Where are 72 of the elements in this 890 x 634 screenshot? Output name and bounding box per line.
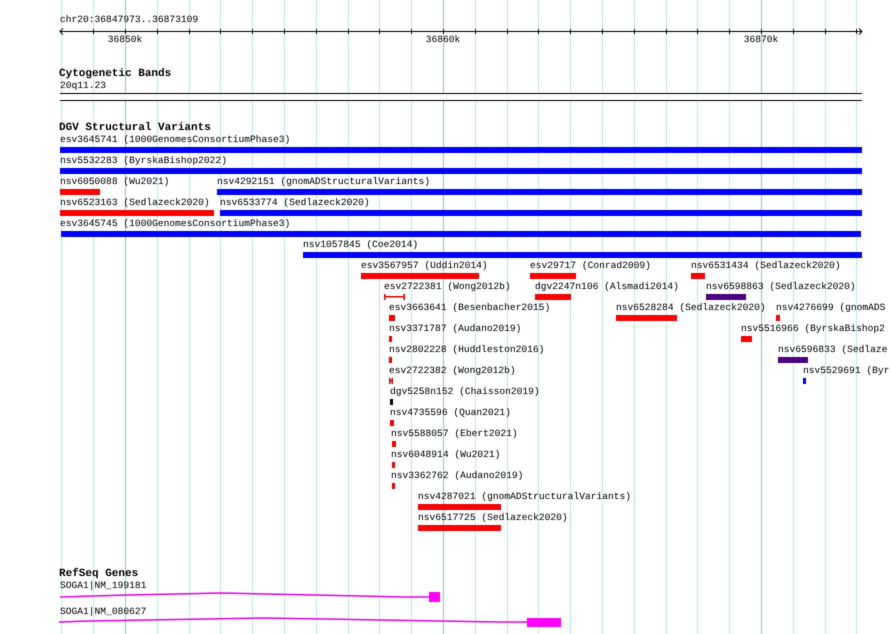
tick-label: 36860k bbox=[426, 34, 460, 46]
variant-bar[interactable] bbox=[616, 315, 677, 321]
band-label: 20q11.23 bbox=[60, 80, 106, 92]
variant-label[interactable]: nsv5529691 (Byr bbox=[803, 365, 890, 377]
tick-label: 36870k bbox=[744, 34, 778, 46]
variant-label[interactable]: nsv4735596 (Quan2021) bbox=[390, 407, 511, 419]
variant-label[interactable]: esv3645745 (1000GenomesConsortiumPhase3) bbox=[60, 218, 290, 230]
variant-bar[interactable] bbox=[389, 357, 392, 363]
variant-bar[interactable] bbox=[706, 294, 746, 300]
variant-bar[interactable] bbox=[392, 483, 395, 489]
variant-bar[interactable] bbox=[390, 399, 393, 405]
variant-label[interactable]: nsv4276699 (gnomADS bbox=[776, 302, 886, 314]
variant-bar[interactable] bbox=[217, 189, 862, 195]
variant-label[interactable]: nsv2802228 (Huddleston2016) bbox=[389, 344, 544, 356]
track-title: Cytogenetic Bands bbox=[59, 68, 172, 80]
variant-interval[interactable] bbox=[389, 378, 393, 384]
variant-label[interactable]: nsv4287021 (gnomADStructuralVariants) bbox=[418, 491, 632, 503]
variant-bar[interactable] bbox=[392, 462, 395, 468]
variant-label[interactable]: dgv2247n106 (Alsmadi2014) bbox=[535, 281, 679, 293]
tick-label: 36850k bbox=[108, 34, 142, 46]
variant-label[interactable]: esv29717 (Conrad2009) bbox=[530, 260, 651, 272]
variant-bar[interactable] bbox=[389, 336, 392, 342]
variant-bar[interactable] bbox=[303, 252, 862, 258]
variant-bar[interactable] bbox=[776, 315, 780, 321]
variant-label[interactable]: esv3645741 (1000GenomesConsortiumPhase3) bbox=[60, 134, 290, 146]
variant-label[interactable]: nsv6533774 (Sedlazeck2020) bbox=[220, 197, 370, 209]
variant-bar[interactable] bbox=[803, 378, 806, 384]
variant-label[interactable]: esv3663641 (Besenbacher2015) bbox=[389, 302, 550, 314]
variant-bar[interactable] bbox=[535, 294, 571, 300]
variant-label[interactable]: esv2722381 (Wong2012b) bbox=[384, 281, 511, 293]
variant-interval[interactable] bbox=[384, 294, 405, 300]
variant-label[interactable]: nsv1057845 (Coe2014) bbox=[303, 239, 418, 251]
variant-label[interactable]: nsv6596833 (Sedlaze bbox=[778, 344, 888, 356]
variant-label[interactable]: nsv6517725 (Sedlazeck2020) bbox=[418, 512, 568, 524]
variant-label[interactable]: nsv3371787 (Audano2019) bbox=[389, 323, 522, 335]
variant-bar[interactable] bbox=[392, 441, 396, 447]
variant-bar[interactable] bbox=[418, 504, 501, 510]
variant-label[interactable]: nsv3362762 (Audano2019) bbox=[391, 470, 524, 482]
variant-bar[interactable] bbox=[60, 189, 100, 195]
variant-label[interactable]: nsv6598863 (Sedlazeck2020) bbox=[706, 281, 856, 293]
variant-bar[interactable] bbox=[60, 147, 862, 153]
gene-model-drawing[interactable] bbox=[58, 617, 561, 628]
variant-bar[interactable] bbox=[60, 210, 214, 216]
variant-label[interactable]: nsv5588057 (Ebert2021) bbox=[391, 428, 518, 440]
track-title: RefSeq Genes bbox=[59, 568, 138, 580]
track-title: DGV Structural Variants bbox=[59, 122, 211, 134]
variant-label[interactable]: esv2722382 (Wong2012b) bbox=[389, 365, 516, 377]
variant-bar[interactable] bbox=[530, 273, 576, 279]
variant-label[interactable]: nsv6528284 (Sedlazeck2020) bbox=[616, 302, 766, 314]
variant-bar[interactable] bbox=[418, 525, 501, 531]
variant-bar[interactable] bbox=[60, 168, 862, 174]
location-label: chr20:36847973..36873109 bbox=[60, 14, 198, 26]
variant-label[interactable]: nsv5516966 (ByrskaBishop2 bbox=[741, 323, 885, 335]
gene-label: SOGA1|NM_199181 bbox=[60, 580, 146, 592]
variant-bar[interactable] bbox=[390, 420, 394, 426]
variant-label[interactable]: nsv4292151 (gnomADStructuralVariants) bbox=[217, 176, 430, 188]
variant-label[interactable]: dgv5258n152 (Chaisson2019) bbox=[390, 386, 540, 398]
variant-label[interactable]: nsv6531434 (Sedlazeck2020) bbox=[691, 260, 841, 272]
gene-label: SOGA1|NM_080627 bbox=[60, 606, 146, 618]
variant-label[interactable]: nsv6048914 (Wu2021) bbox=[391, 449, 500, 461]
variant-label[interactable]: nsv5532283 (ByrskaBishop2022) bbox=[60, 155, 227, 167]
variant-bar[interactable] bbox=[389, 315, 395, 321]
gene-model-drawing[interactable] bbox=[58, 591, 440, 603]
variant-bar[interactable] bbox=[220, 210, 862, 216]
variant-bar[interactable] bbox=[361, 273, 479, 279]
variant-label[interactable]: nsv6050088 (Wu2021) bbox=[60, 176, 170, 188]
variant-bar[interactable] bbox=[61, 231, 861, 237]
variant-bar[interactable] bbox=[741, 336, 752, 342]
variant-bar[interactable] bbox=[778, 357, 808, 363]
variant-label[interactable]: esv3567957 (Uddin2014) bbox=[361, 260, 488, 272]
variant-label[interactable]: nsv6523163 (Sedlazeck2020) bbox=[60, 197, 210, 209]
variant-bar[interactable] bbox=[691, 273, 705, 279]
